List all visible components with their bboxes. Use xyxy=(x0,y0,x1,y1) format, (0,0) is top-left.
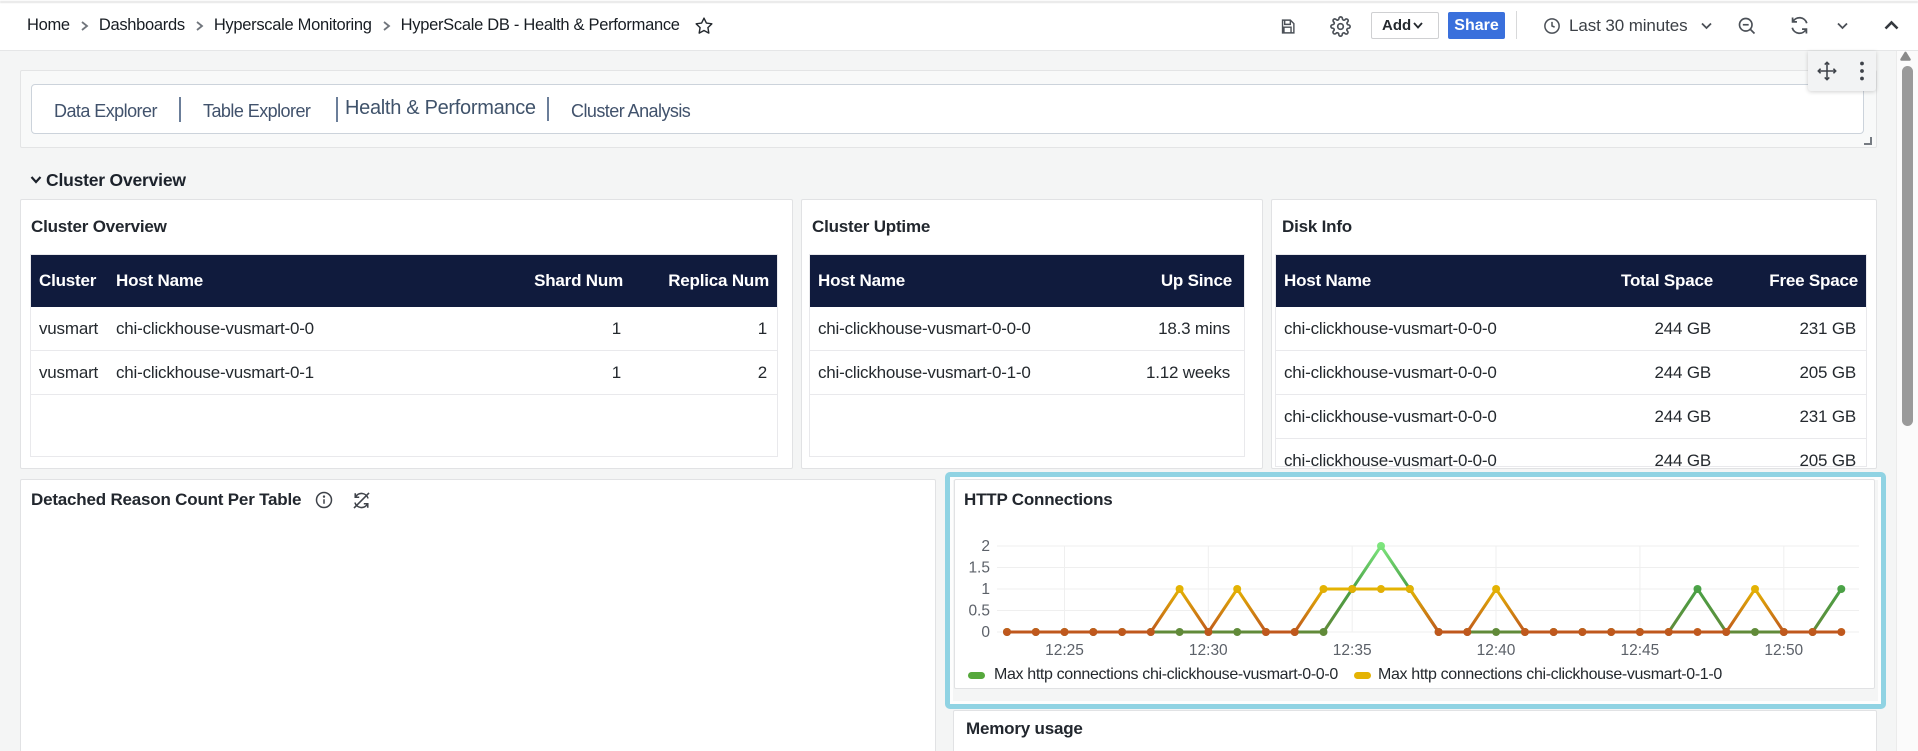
svg-text:0: 0 xyxy=(981,624,990,641)
svg-text:12:35: 12:35 xyxy=(1333,642,1372,659)
svg-text:12:40: 12:40 xyxy=(1477,642,1516,659)
svg-text:1: 1 xyxy=(981,581,990,598)
svg-text:1.5: 1.5 xyxy=(968,560,990,577)
svg-text:0.5: 0.5 xyxy=(968,603,990,620)
svg-text:12:25: 12:25 xyxy=(1045,642,1084,659)
svg-text:12:30: 12:30 xyxy=(1189,642,1228,659)
svg-text:2: 2 xyxy=(981,538,990,555)
svg-text:12:50: 12:50 xyxy=(1764,642,1803,659)
svg-text:12:45: 12:45 xyxy=(1621,642,1660,659)
